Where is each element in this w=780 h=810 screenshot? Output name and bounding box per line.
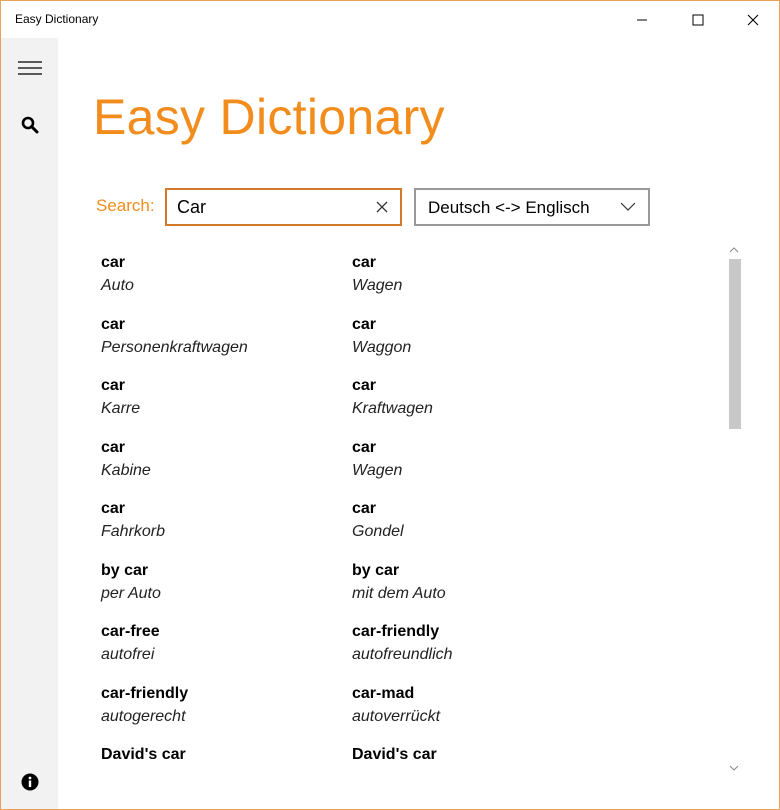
result-term: car (101, 377, 126, 394)
result-translation: Waggon (352, 338, 412, 356)
result-entry-right[interactable]: car-mad autoverrückt (352, 683, 592, 728)
result-translation: autofrei (101, 646, 155, 663)
result-entry-right[interactable]: car Wagen (352, 252, 592, 297)
clear-search-button[interactable] (373, 198, 391, 216)
result-term: car-mad (352, 684, 415, 702)
info-icon (21, 773, 38, 791)
result-term: car (352, 254, 377, 271)
result-term: car (352, 377, 377, 394)
result-entry-right[interactable]: car-friendly autofreundlich (352, 621, 592, 666)
minimize-icon (637, 19, 647, 20)
result-entry-left[interactable]: car Kabine (101, 437, 341, 482)
hamburger-menu-icon (17, 61, 42, 75)
close-icon (376, 201, 388, 213)
hamburger-menu-button[interactable] (1, 44, 58, 92)
result-term: car (101, 254, 126, 271)
result-translation: Wagen (352, 277, 403, 294)
result-term: car (352, 315, 377, 333)
result-entry-right[interactable]: by car mit dem Auto (352, 560, 592, 605)
result-entry-left[interactable]: car Fahrkorb (101, 498, 341, 543)
result-entry-right[interactable]: car Waggon (352, 314, 592, 359)
result-translation: per Auto (101, 584, 161, 602)
result-translation: Auto (101, 277, 134, 294)
result-entry-right[interactable]: David's car (352, 744, 592, 767)
result-term: car (352, 438, 377, 456)
result-translation: autogerecht (101, 707, 186, 725)
result-translation: Fahrkorb (101, 523, 166, 540)
main-content: Easy Dictionary Search: Deutsch <-> Engl… (58, 38, 779, 809)
result-term: David's car (352, 746, 437, 763)
language-selected-value: Deutsch <-> Englisch (428, 198, 590, 217)
scroll-thumb[interactable] (729, 259, 741, 429)
minimize-button[interactable] (619, 1, 665, 38)
result-entry-left[interactable]: car-free autofrei (101, 621, 341, 666)
sidebar (1, 38, 58, 809)
result-term: by car (101, 561, 149, 579)
search-icon (21, 116, 38, 134)
result-translation: autoverrückt (352, 707, 441, 725)
result-translation: Kabine (101, 461, 151, 479)
result-term: car-friendly (352, 623, 440, 640)
app-heading: Easy Dictionary (93, 89, 445, 145)
result-term: car (352, 500, 377, 517)
chevron-down-icon (620, 202, 636, 211)
scroll-up-icon[interactable] (729, 246, 739, 254)
result-term: David's car (101, 746, 186, 763)
result-translation: Personenkraftwagen (101, 338, 248, 356)
result-term: car (101, 315, 126, 333)
result-term: by car (352, 561, 400, 579)
result-term: car-free (101, 623, 160, 640)
title-bar: Easy Dictionary (1, 1, 779, 38)
result-entry-left[interactable]: car Auto (101, 252, 341, 297)
result-entry-right[interactable]: car Wagen (352, 437, 592, 482)
result-translation: Karre (101, 400, 141, 417)
result-translation: Wagen (352, 461, 403, 479)
search-input[interactable] (177, 196, 365, 218)
sidebar-search-button[interactable] (1, 101, 58, 149)
result-translation: autofreundlich (352, 646, 453, 663)
info-button[interactable] (1, 758, 58, 806)
result-entry-right[interactable]: car Gondel (352, 498, 592, 543)
maximize-button[interactable] (675, 1, 721, 38)
result-entry-left[interactable]: David's car (101, 744, 341, 767)
window-title: Easy Dictionary (15, 12, 99, 26)
result-entry-left[interactable]: car-friendly autogerecht (101, 683, 341, 728)
result-translation: Kraftwagen (352, 400, 433, 417)
results-scrollbar[interactable] (726, 244, 742, 774)
result-entry-left[interactable]: by car per Auto (101, 560, 341, 605)
result-entry-right[interactable]: car Kraftwagen (352, 375, 592, 420)
language-select[interactable]: Deutsch <-> Englisch (414, 188, 650, 226)
maximize-icon (692, 14, 704, 25)
search-field[interactable] (165, 188, 402, 226)
result-term: car (101, 500, 126, 517)
app-window: Easy Dictionary Easy Dictionary Search: … (0, 0, 780, 810)
result-term: car-friendly (101, 684, 189, 702)
results-list: car Auto car Wagen car Personenkraftwagen car W… (58, 244, 748, 774)
close-window-button[interactable] (730, 1, 776, 38)
result-entry-left[interactable]: car Karre (101, 375, 341, 420)
result-term: car (101, 438, 126, 456)
result-translation: Gondel (352, 523, 404, 540)
scroll-down-icon[interactable] (729, 764, 739, 772)
result-translation: mit dem Auto (352, 584, 446, 602)
search-label: Search: (96, 196, 155, 215)
result-entry-left[interactable]: car Personenkraftwagen (101, 314, 341, 359)
close-icon (747, 14, 759, 25)
